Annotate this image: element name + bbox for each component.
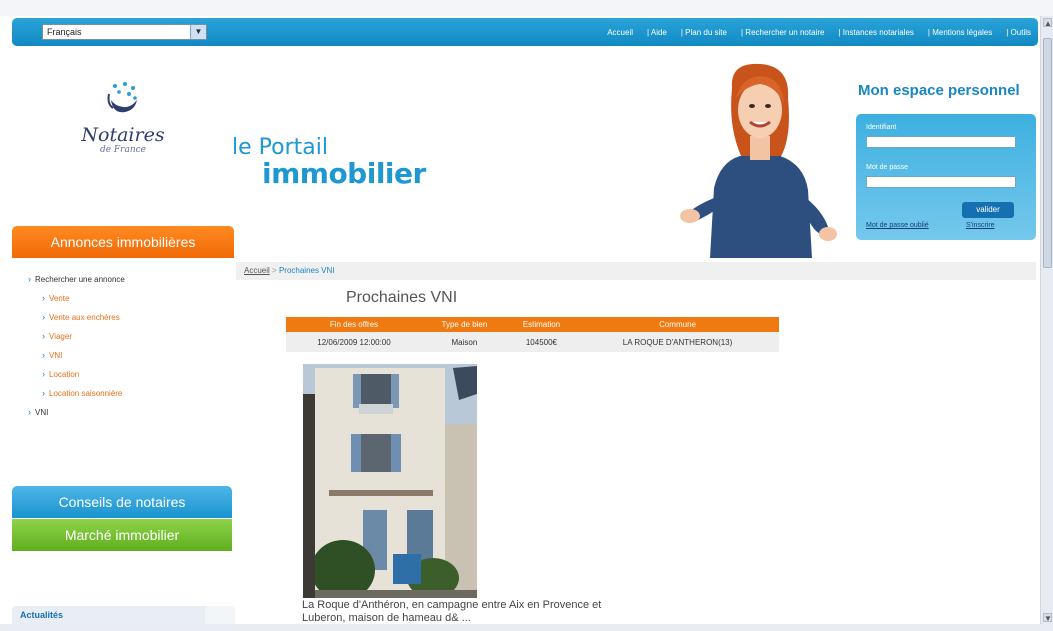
annonces-immobilieres-tab[interactable]: Annonces immobilières — [12, 226, 234, 258]
register-link[interactable]: S'inscrire — [966, 222, 995, 229]
notaires-logo-icon — [107, 82, 137, 113]
sidebar-item-label: VNI — [49, 351, 63, 360]
bullet-icon: › — [42, 350, 45, 360]
sidebar-item[interactable]: › Vente — [28, 289, 125, 308]
sidebar-item[interactable]: › Rechercher une annonce — [28, 270, 125, 289]
chevron-down-icon[interactable]: ▼ — [190, 25, 206, 39]
table-header-cell[interactable]: Fin des offres — [286, 317, 422, 332]
top-nav-link[interactable]: | Outils — [999, 28, 1038, 37]
logo-subtitle: de France — [99, 145, 147, 155]
vni-results-table: Fin des offres Type de bien Estimation Comm… — [286, 317, 779, 352]
identifiant-label: Identifiant — [866, 124, 897, 131]
table-cell: 104500€ — [506, 332, 577, 352]
sidebar-item-label: Location — [49, 370, 80, 379]
table-header-cell[interactable]: Type de bien — [421, 317, 507, 332]
sidebar-item-label: Viager — [49, 332, 72, 341]
top-nav-link[interactable]: | Plan du site — [674, 28, 734, 37]
vertical-scrollbar[interactable]: ▲ ▼ — [1040, 16, 1053, 624]
page: Français ▼ Accueil | Aide | Plan du site | … — [0, 0, 1053, 631]
sidebar-item-label: Location saisonnière — [49, 389, 123, 398]
top-navigation-bar: Français ▼ Accueil | Aide | Plan du site | … — [12, 18, 1038, 46]
table-body: 12/06/2009 12:00:00 Maison 104500€ LA ROQUE… — [286, 332, 779, 352]
bullet-icon: › — [28, 274, 31, 284]
breadcrumb: Accueil > Prochaines VNI — [236, 262, 1036, 280]
sidebar-item[interactable]: › VNI — [28, 346, 125, 365]
sidebar-item-label: Vente — [49, 294, 70, 303]
marche-immobilier-tab[interactable]: Marché immobilier — [12, 519, 232, 551]
conseils-de-notaires-tab[interactable]: Conseils de notaires — [12, 486, 232, 518]
sidebar-item[interactable]: › Location — [28, 365, 125, 384]
bullet-icon: › — [42, 331, 45, 341]
listing-photo[interactable] — [303, 364, 477, 598]
forgot-password-link[interactable]: Mot de passe oublié — [866, 222, 929, 229]
sidebar-item-label: VNI — [35, 408, 49, 417]
browser-bottom-strip — [0, 624, 1053, 631]
identifiant-input[interactable] — [866, 136, 1016, 148]
sidebar-item[interactable]: › VNI — [28, 403, 125, 422]
language-select[interactable]: Français ▼ — [42, 24, 207, 40]
actualites-secondary-tab[interactable] — [205, 606, 235, 624]
login-form: Identifiant Mot de passe valider Mot de … — [856, 114, 1036, 240]
password-input[interactable] — [866, 176, 1016, 188]
table-cell: LA ROQUE D'ANTHERON(13) — [576, 332, 779, 352]
sidebar-item[interactable]: › Vente aux enchères — [28, 308, 125, 327]
bullet-icon: › — [28, 407, 31, 417]
actualites-tab[interactable]: Actualités — [12, 606, 224, 624]
top-nav-links: Accueil | Aide | Plan du site | Rechercher … — [600, 18, 1038, 46]
top-nav-link[interactable]: Accueil — [600, 28, 640, 37]
scroll-thumb[interactable] — [1043, 38, 1052, 268]
woman-illustration — [680, 63, 837, 258]
bullet-icon: › — [42, 388, 45, 398]
table-cell: 12/06/2009 12:00:00 — [286, 332, 422, 352]
top-nav-link[interactable]: | Rechercher un notaire — [734, 28, 831, 37]
password-label: Mot de passe — [866, 164, 909, 171]
top-nav-link[interactable]: | Aide — [640, 28, 674, 37]
notaires-de-france-logo[interactable]: Notaires de France — [68, 78, 178, 168]
top-nav-link[interactable]: | Mentions légales — [921, 28, 999, 37]
table-row[interactable]: 12/06/2009 12:00:00 Maison 104500€ LA ROQUE… — [286, 332, 779, 352]
table-header-row: Fin des offres Type de bien Estimation Comm… — [286, 317, 779, 332]
breadcrumb-separator: > — [272, 266, 277, 275]
breadcrumb-home[interactable]: Accueil — [244, 266, 270, 275]
sidebar-nav: › Rechercher une annonce › Vente › Vente aux … — [28, 270, 125, 422]
bullet-icon: › — [42, 369, 45, 379]
account-title: Mon espace personnel — [858, 82, 1020, 99]
bullet-icon: › — [42, 293, 45, 303]
bullet-icon: › — [42, 312, 45, 322]
valider-button[interactable]: valider — [962, 202, 1014, 218]
top-nav-link[interactable]: | Instances notariales — [831, 28, 920, 37]
listing-caption[interactable]: La Roque d'Anthéron, en campagne entre A… — [302, 599, 632, 625]
portail-title: le Portail immobilier — [232, 136, 426, 188]
table-header-cell[interactable]: Commune — [576, 317, 779, 332]
page-title: Prochaines VNI — [346, 289, 458, 306]
scroll-up-icon[interactable]: ▲ — [1043, 18, 1052, 28]
sidebar-item[interactable]: › Location saisonnière — [28, 384, 125, 403]
table-header-cell[interactable]: Estimation — [506, 317, 577, 332]
language-select-value: Français — [47, 27, 82, 37]
sidebar-item-label: Rechercher une annonce — [35, 275, 125, 284]
breadcrumb-current: Prochaines VNI — [278, 266, 335, 275]
browser-top-strip — [0, 0, 1053, 16]
table-cell: Maison — [421, 332, 507, 352]
scroll-down-icon[interactable]: ▼ — [1043, 613, 1052, 623]
sidebar-item-label: Vente aux enchères — [49, 313, 120, 322]
logo-title: Notaires — [81, 124, 165, 146]
sidebar-item[interactable]: › Viager — [28, 327, 125, 346]
portail-title-line2: immobilier — [262, 157, 426, 190]
